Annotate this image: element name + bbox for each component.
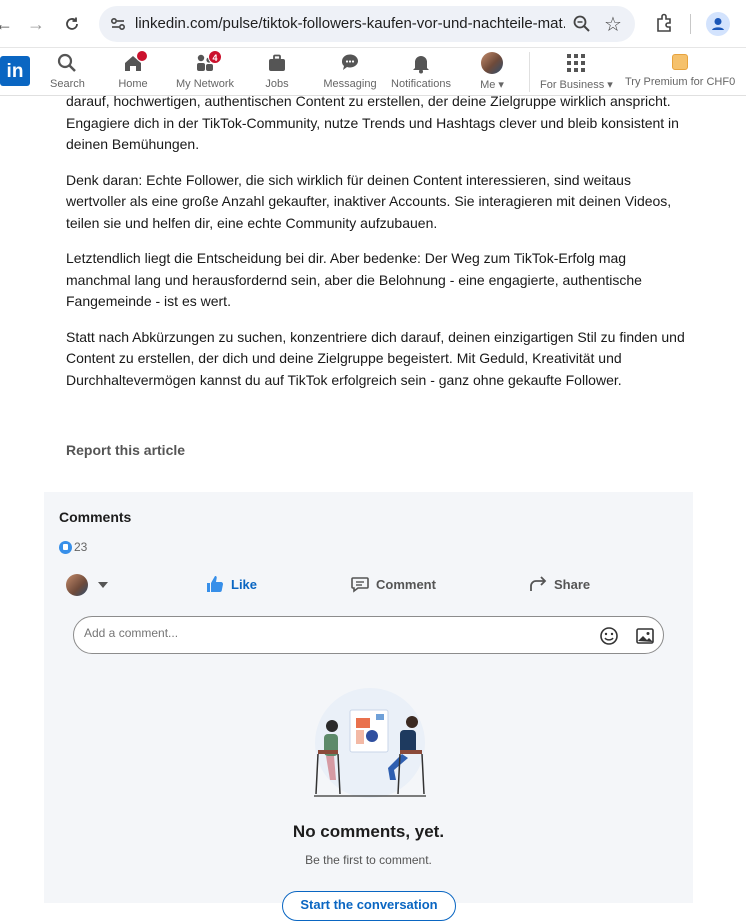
home-icon (122, 50, 148, 74)
apps-grid-icon (567, 54, 585, 72)
profile-icon[interactable] (706, 12, 730, 36)
messaging-icon (341, 54, 358, 70)
bookmark-star-icon[interactable]: ☆ (604, 12, 622, 37)
reaction-count: 23 (74, 540, 88, 554)
like-label: Like (231, 576, 258, 592)
chevron-down-icon (98, 582, 108, 588)
nav-me[interactable]: Me ▾ (476, 52, 508, 91)
nav-for-business[interactable]: For Business ▾ (540, 52, 613, 91)
home-notification-dot (136, 50, 148, 62)
network-badge: 4 (208, 50, 222, 64)
me-label-text: Me (480, 79, 496, 91)
thumbs-up-icon (207, 576, 224, 592)
no-comments-title: No comments, yet. (292, 822, 445, 841)
article-body: darauf, hochwertigen, authentischen Cont… (66, 91, 686, 405)
comments-title: Comments (59, 509, 132, 525)
network-icon: 4 (194, 50, 222, 74)
nav-notifications[interactable]: Notifications (390, 52, 452, 90)
nav-jobs[interactable]: Jobs (262, 52, 292, 90)
nav-my-network-label: My Network (175, 78, 235, 90)
article-paragraph: darauf, hochwertigen, authentischen Cont… (66, 93, 679, 152)
nav-jobs-label: Jobs (265, 78, 289, 90)
social-actions: Like Comment Share (44, 570, 693, 600)
premium-icon (672, 54, 689, 70)
comment-label: Comment (376, 576, 436, 592)
user-avatar (66, 574, 88, 596)
emoji-icon[interactable] (599, 626, 619, 646)
article-paragraph: Statt nach Abkürzungen zu suchen, konzen… (66, 328, 685, 388)
nav-messaging[interactable]: Messaging (322, 52, 378, 90)
reactions-summary[interactable]: 23 (59, 540, 87, 554)
nav-divider (529, 52, 530, 92)
nav-me-label: Me ▾ (480, 79, 504, 91)
like-reaction-icon (59, 540, 72, 554)
linkedin-logo[interactable]: in (0, 56, 30, 86)
nav-home[interactable]: Home (116, 50, 150, 90)
comment-icon (351, 577, 369, 593)
article-paragraph: Denk daran: Echte Follower, die sich wir… (66, 171, 672, 231)
address-bar[interactable]: linkedin.com/pulse/tiktok-followers-kauf… (99, 6, 635, 42)
nav-messaging-label: Messaging (323, 78, 377, 90)
forward-arrow-icon[interactable]: → (24, 12, 48, 36)
browser-toolbar: ← → linkedin.com/pulse/tiktok-followers-… (0, 0, 746, 48)
search-icon (57, 53, 76, 72)
comment-input[interactable] (84, 626, 584, 640)
comment-input-box[interactable] (73, 616, 664, 654)
empty-comments-illustration (314, 688, 426, 798)
share-label: Share (554, 576, 591, 592)
extensions-icon[interactable] (654, 12, 676, 34)
back-arrow-icon[interactable]: ← (0, 12, 16, 36)
linkedin-navbar: in Search Home 4 My Network Jobs Messagi… (0, 48, 746, 96)
no-comments-subtitle: Be the first to comment. (305, 853, 432, 867)
bell-icon (413, 56, 429, 74)
article-paragraph: Letztendlich liegt die Entscheidung bei … (66, 250, 642, 309)
actor-switcher[interactable] (66, 574, 108, 596)
share-button[interactable]: Share (528, 574, 590, 594)
start-conversation-button[interactable]: Start the conversation (282, 891, 456, 921)
share-arrow-icon (530, 576, 547, 591)
briefcase-icon (269, 54, 285, 71)
nav-notifications-label: Notifications (391, 78, 451, 90)
zoom-icon[interactable] (572, 14, 592, 34)
nav-search-label: Search (50, 78, 85, 90)
nav-my-network[interactable]: 4 My Network (172, 50, 238, 90)
nav-for-business-label: For Business ▾ (540, 79, 613, 91)
like-button[interactable]: Like (205, 574, 257, 594)
for-business-text: For Business (540, 79, 605, 91)
reload-icon[interactable] (60, 12, 84, 36)
comments-section: Comments 23 Like Comment Share Add a com… (44, 492, 693, 921)
site-settings-icon[interactable] (109, 15, 127, 33)
me-avatar (481, 52, 503, 74)
try-premium-link[interactable]: Try Premium for CHF0 (625, 52, 735, 88)
premium-label: Try Premium for CHF0 (625, 76, 736, 88)
toolbar-divider (690, 14, 691, 34)
nav-search[interactable]: Search (50, 52, 85, 90)
nav-home-label: Home (118, 78, 148, 90)
url-text[interactable]: linkedin.com/pulse/tiktok-followers-kauf… (135, 15, 565, 32)
comment-button[interactable]: Comment (350, 574, 436, 594)
image-icon[interactable] (635, 626, 655, 646)
report-article-link[interactable]: Report this article (66, 442, 185, 458)
